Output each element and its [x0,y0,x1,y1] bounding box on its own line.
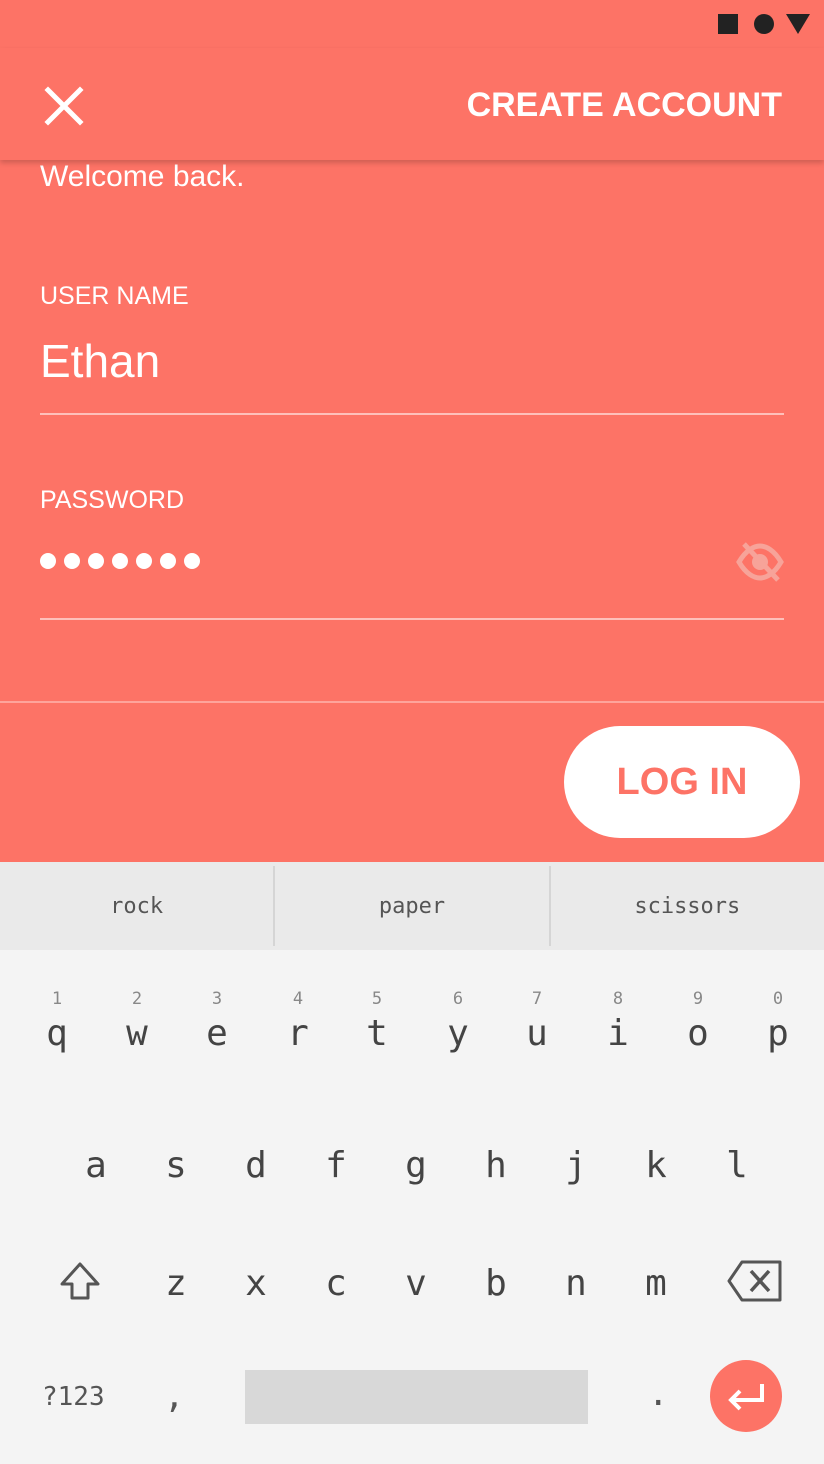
key-number-hint: 8 [612,989,624,1009]
key-letter: y [447,1013,469,1054]
password-input[interactable] [40,553,200,569]
key-t[interactable]: 5t [337,986,417,1056]
backspace-key[interactable] [726,1258,784,1304]
key-o[interactable]: 9o [658,986,738,1056]
suggestion-rock[interactable]: rock [0,862,273,950]
enter-icon [728,1384,764,1411]
close-button[interactable] [40,82,88,130]
password-mask-dot [64,553,80,569]
suggestion-paper[interactable]: paper [275,862,548,950]
key-number-hint: 6 [452,989,464,1009]
status-bar [0,0,824,48]
password-mask-dot [184,553,200,569]
create-account-button[interactable]: CREATE ACCOUNT [467,86,782,125]
key-i[interactable]: 8i [578,986,658,1056]
key-number-hint: 1 [51,989,63,1009]
soft-keyboard: rock paper scissors 1q 2w 3e 4r 5t 6y 7u… [0,862,824,1464]
toggle-password-visibility-button[interactable] [736,540,784,584]
suggestion-strip: rock paper scissors [0,862,824,950]
password-mask-dot [136,553,152,569]
shift-icon [60,1262,100,1300]
triangle-icon [786,14,810,34]
shift-key[interactable] [56,1258,104,1306]
key-b[interactable]: b [456,1262,536,1306]
visibility-off-icon [736,542,784,582]
key-number-hint: 2 [131,989,143,1009]
password-mask-dot [88,553,104,569]
key-k[interactable]: k [616,1144,696,1188]
key-letter: i [607,1013,629,1054]
key-h[interactable]: h [456,1144,536,1188]
key-y[interactable]: 6y [418,986,498,1056]
space-key[interactable] [245,1370,588,1424]
username-label: USER NAME [40,282,189,310]
password-underline [40,618,784,620]
key-j[interactable]: j [536,1144,616,1188]
symbols-key[interactable]: ?123 [42,1382,105,1412]
key-number-hint: 3 [211,989,223,1009]
key-letter: o [687,1013,709,1054]
password-mask-dot [112,553,128,569]
key-p[interactable]: 0p [738,986,818,1056]
enter-key[interactable] [710,1360,782,1432]
key-u[interactable]: 7u [497,986,577,1056]
key-number-hint: 9 [692,989,704,1009]
key-f[interactable]: f [296,1144,376,1188]
login-screen: CREATE ACCOUNT Welcome back. USER NAME E… [0,0,824,862]
key-x[interactable]: x [216,1262,296,1306]
comma-key[interactable]: , [164,1376,184,1416]
square-icon [718,14,738,34]
period-key[interactable]: . [648,1374,668,1414]
key-n[interactable]: n [536,1262,616,1306]
key-letter: e [206,1013,228,1054]
login-button[interactable]: LOG IN [564,726,800,838]
key-number-hint: 5 [371,989,383,1009]
key-e[interactable]: 3e [177,986,257,1056]
key-letter: w [126,1013,148,1054]
password-label: PASSWORD [40,486,184,514]
key-number-hint: 4 [292,989,304,1009]
key-letter: r [287,1013,309,1054]
key-letter: q [46,1013,68,1054]
password-mask-dot [160,553,176,569]
key-r[interactable]: 4r [258,986,338,1056]
suggestion-scissors[interactable]: scissors [551,862,824,950]
welcome-text: Welcome back. [40,160,245,193]
username-underline [40,413,784,415]
divider [0,701,824,703]
key-c[interactable]: c [296,1262,376,1306]
key-s[interactable]: s [136,1144,216,1188]
key-w[interactable]: 2w [97,986,177,1056]
key-g[interactable]: g [376,1144,456,1188]
backspace-icon [727,1260,782,1302]
close-icon [44,86,84,126]
key-z[interactable]: z [136,1262,216,1306]
key-q[interactable]: 1q [17,986,97,1056]
key-letter: p [767,1013,789,1054]
key-d[interactable]: d [216,1144,296,1188]
key-a[interactable]: a [56,1144,136,1188]
key-number-hint: 7 [531,989,543,1009]
key-letter: t [366,1013,388,1054]
key-letter: u [526,1013,548,1054]
app-bar: CREATE ACCOUNT [0,48,824,160]
circle-icon [754,14,774,34]
key-m[interactable]: m [616,1262,696,1306]
key-v[interactable]: v [376,1262,456,1306]
key-l[interactable]: l [697,1144,777,1188]
password-mask-dot [40,553,56,569]
key-number-hint: 0 [772,989,784,1009]
username-input[interactable]: Ethan [40,334,160,388]
